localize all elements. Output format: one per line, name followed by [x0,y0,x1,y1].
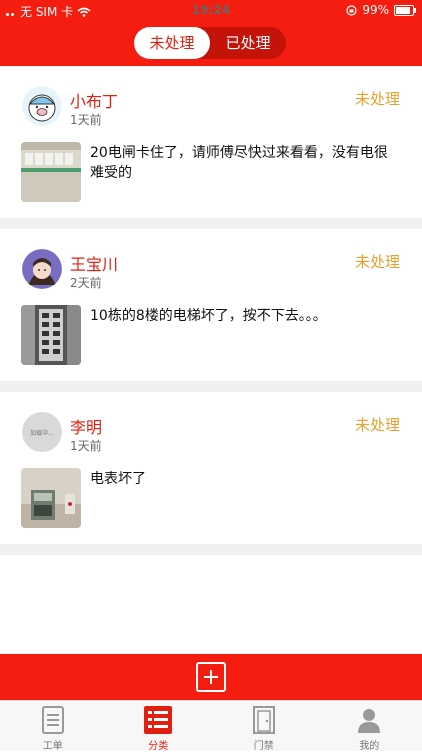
header: 无 SIM 卡 19:24 99% 未处理 已处理 [0,0,422,66]
ticket-time: 1天前 [70,437,102,454]
ticket-photo[interactable] [21,305,81,365]
tabbar-item-category[interactable]: 分类 [106,701,212,751]
ticket-photo[interactable] [21,468,81,528]
status-bar: 无 SIM 卡 19:24 99% [0,0,422,20]
orientation-lock-icon [346,5,357,16]
avatar [22,86,62,126]
ticket-description: 10栋的8楼的电梯坏了，按不下去。。。 [90,306,400,326]
status-badge: 未处理 [355,88,400,109]
person-icon [355,705,383,735]
tab-processed[interactable]: 已处理 [210,27,286,59]
ticket-photo[interactable] [21,142,81,202]
tab-bar: 工单 分类 门禁 我的 [0,700,422,751]
tab-unprocessed[interactable]: 未处理 [134,27,210,59]
ticket-card[interactable]: 加载中... 李明 1天前 未处理 电表坏了 [0,392,422,555]
avatar-loading-text: 加载中... [30,428,54,437]
status-badge: 未处理 [355,414,400,435]
ticket-list: 小布丁 1天前 未处理 20电闸卡住了，请师傅尽快过来看看，没有电很难受的 [0,66,422,555]
document-icon [39,705,67,735]
ticket-card[interactable]: 王宝川 2天前 未处理 10栋的8楼的电梯坏了，按不下去。。。 [0,229,422,392]
add-ticket-bar[interactable] [0,654,422,700]
ticket-time: 1天前 [70,111,102,128]
ticket-description: 电表坏了 [90,469,400,489]
status-badge: 未处理 [355,251,400,272]
tabbar-item-access-control[interactable]: 门禁 [211,701,317,751]
ticket-description: 20电闸卡住了，请师傅尽快过来看看，没有电很难受的 [90,143,400,183]
tabbar-item-workorder[interactable]: 工单 [0,701,106,751]
user-name: 王宝川 [70,251,118,275]
avatar: 加载中... [22,412,62,452]
ticket-card[interactable]: 小布丁 1天前 未处理 20电闸卡住了，请师傅尽快过来看看，没有电很难受的 [0,66,422,229]
status-segmented-control: 未处理 已处理 [134,27,286,59]
add-icon[interactable] [196,662,226,692]
list-icon [144,705,172,735]
user-name: 小布丁 [70,88,118,112]
tabbar-item-profile[interactable]: 我的 [317,701,422,751]
battery-percent: 99% [362,3,389,17]
user-name: 李明 [70,414,102,438]
door-icon [250,705,278,735]
ticket-time: 2天前 [70,274,102,291]
battery-icon [394,5,414,16]
avatar [22,249,62,289]
